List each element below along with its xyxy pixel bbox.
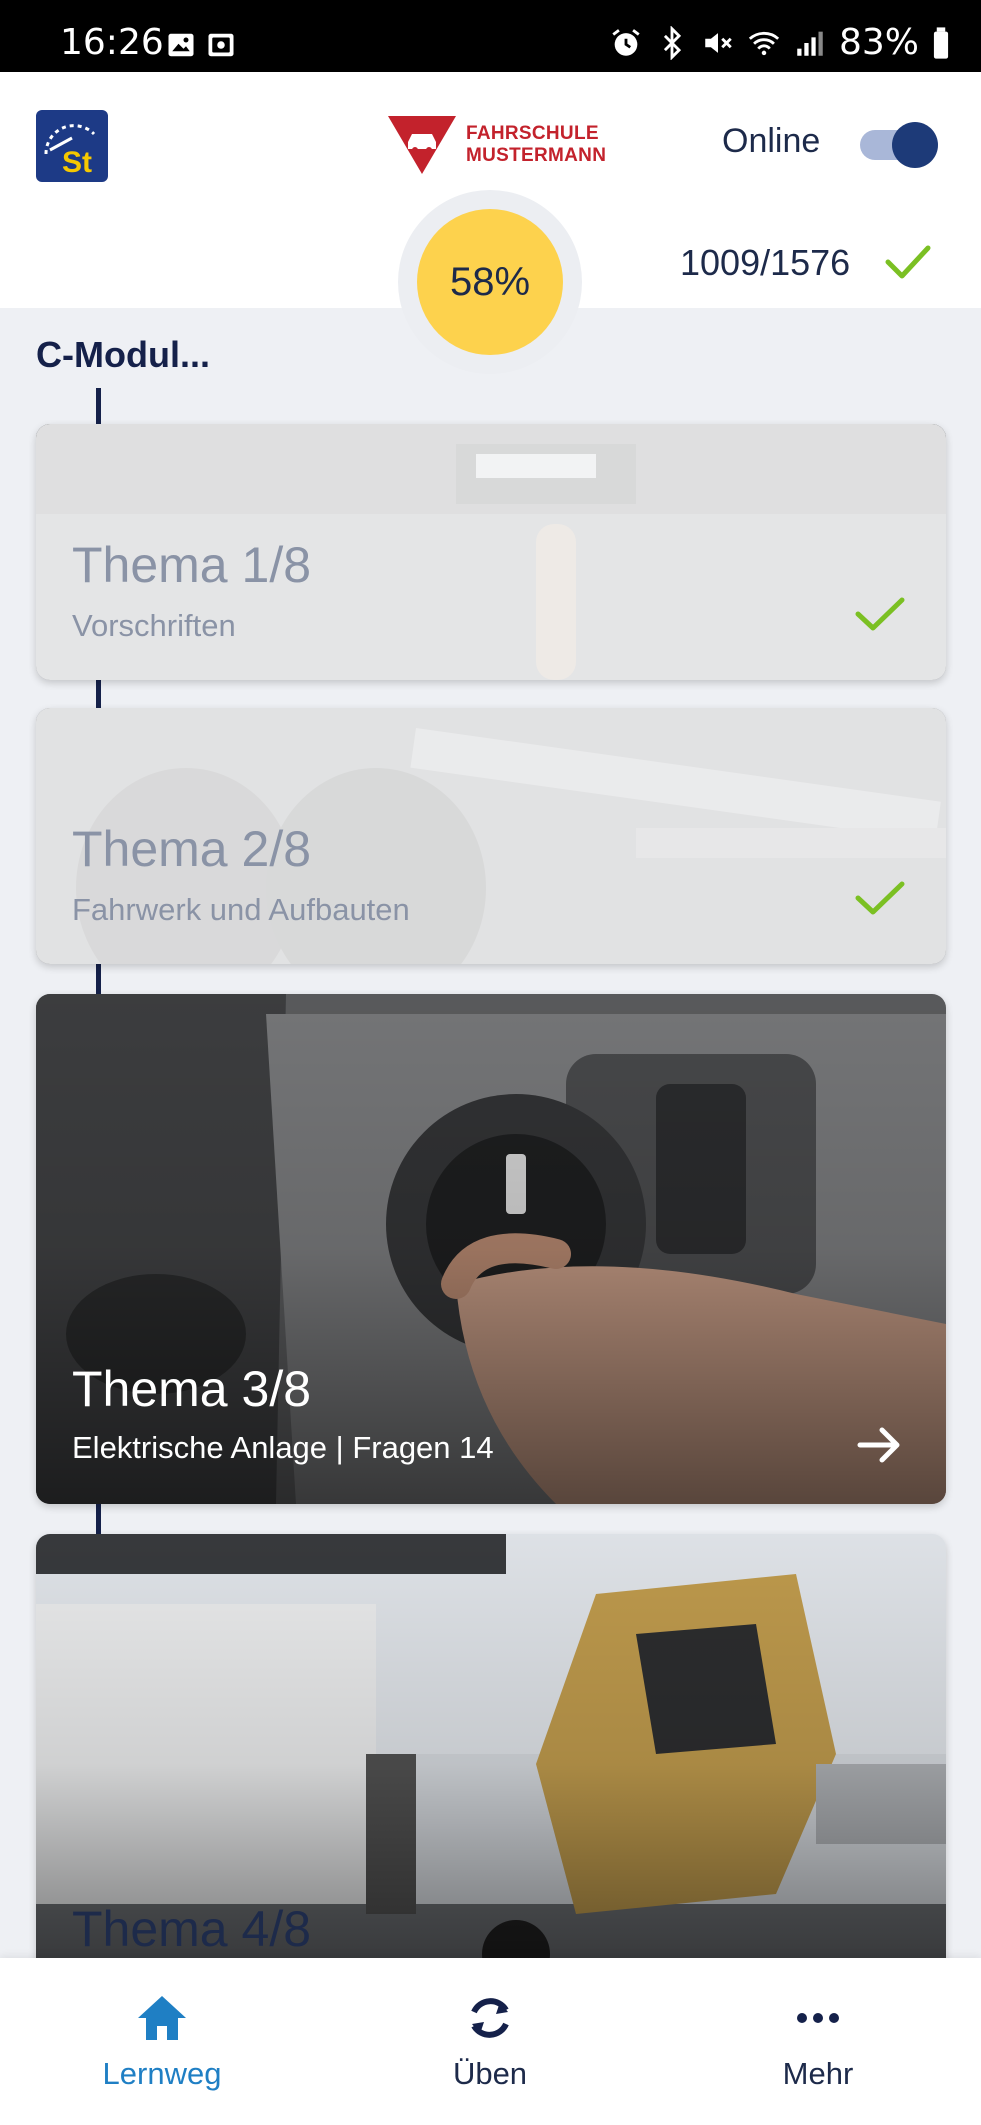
car-warning-logo-icon xyxy=(388,116,456,174)
brand-line1: FAHRSCHULE xyxy=(466,123,599,144)
topic-title: Thema 1/8 xyxy=(72,537,312,593)
check-icon xyxy=(855,597,905,631)
driving-school-brand: FAHRSCHULE MUSTERMANN xyxy=(386,112,606,178)
topic-card-1[interactable]: Thema 1/8 Vorschriften xyxy=(36,424,946,680)
progress-percent: 58% xyxy=(417,209,563,355)
wifi-icon xyxy=(748,31,780,55)
module-title: C-Modul... xyxy=(36,334,210,375)
home-icon xyxy=(138,1996,186,2040)
screenshot-icon xyxy=(208,33,234,57)
online-toggle[interactable] xyxy=(860,120,938,168)
status-time: 16:26 xyxy=(60,22,164,63)
app-logo-icon[interactable]: St xyxy=(36,110,108,182)
topic-card-2[interactable]: Thema 2/8 Fahrwerk und Aufbauten xyxy=(36,708,946,964)
mute-icon xyxy=(705,32,732,53)
topic-subtitle: Vorschriften xyxy=(72,608,236,643)
check-icon xyxy=(885,245,931,279)
svg-text:St: St xyxy=(62,146,92,179)
nav-lernweg[interactable]: Lernweg xyxy=(52,1988,272,2092)
nav-label: Mehr xyxy=(782,2056,854,2091)
online-label: Online xyxy=(722,122,821,160)
battery-percent: 83% xyxy=(838,22,919,63)
nav-label: Lernweg xyxy=(102,2056,222,2091)
topic-title: Thema 2/8 xyxy=(72,821,312,877)
battery-icon xyxy=(933,26,949,59)
brand-line2: MUSTERMANN xyxy=(466,145,607,166)
nav-mehr[interactable]: Mehr xyxy=(708,1988,928,2092)
check-icon xyxy=(855,881,905,915)
signal-icon xyxy=(797,31,823,56)
arrow-right-icon[interactable] xyxy=(854,1420,904,1470)
bluetooth-icon xyxy=(663,25,682,60)
topic-card-3[interactable]: Thema 3/8 Elektrische Anlage | Fragen 14 xyxy=(36,994,946,1504)
refresh-icon xyxy=(471,1998,509,2038)
alarm-icon xyxy=(612,28,640,56)
bottom-navigation: Lernweg Üben Mehr xyxy=(0,1958,981,2125)
topic-card-4[interactable]: Thema 4/8 xyxy=(36,1534,946,1994)
nav-label: Üben xyxy=(452,2056,528,2091)
topic-title: Thema 3/8 xyxy=(72,1361,312,1417)
topic-title: Thema 4/8 xyxy=(72,1901,312,1957)
nav-ueben[interactable]: Üben xyxy=(380,1988,600,2092)
progress-indicator: 58% xyxy=(398,190,582,374)
more-icon xyxy=(797,2013,839,2023)
app-header: St FAHRSCHULE MUSTERMANN Online 58% 1009… xyxy=(0,72,981,374)
status-bar: 16:26 83% xyxy=(0,0,981,72)
topic-subtitle: Elektrische Anlage | Fragen 14 xyxy=(72,1430,494,1465)
answered-counter: 1009/1576 xyxy=(680,242,851,283)
topic-subtitle: Fahrwerk und Aufbauten xyxy=(72,892,410,927)
image-icon xyxy=(168,33,194,57)
